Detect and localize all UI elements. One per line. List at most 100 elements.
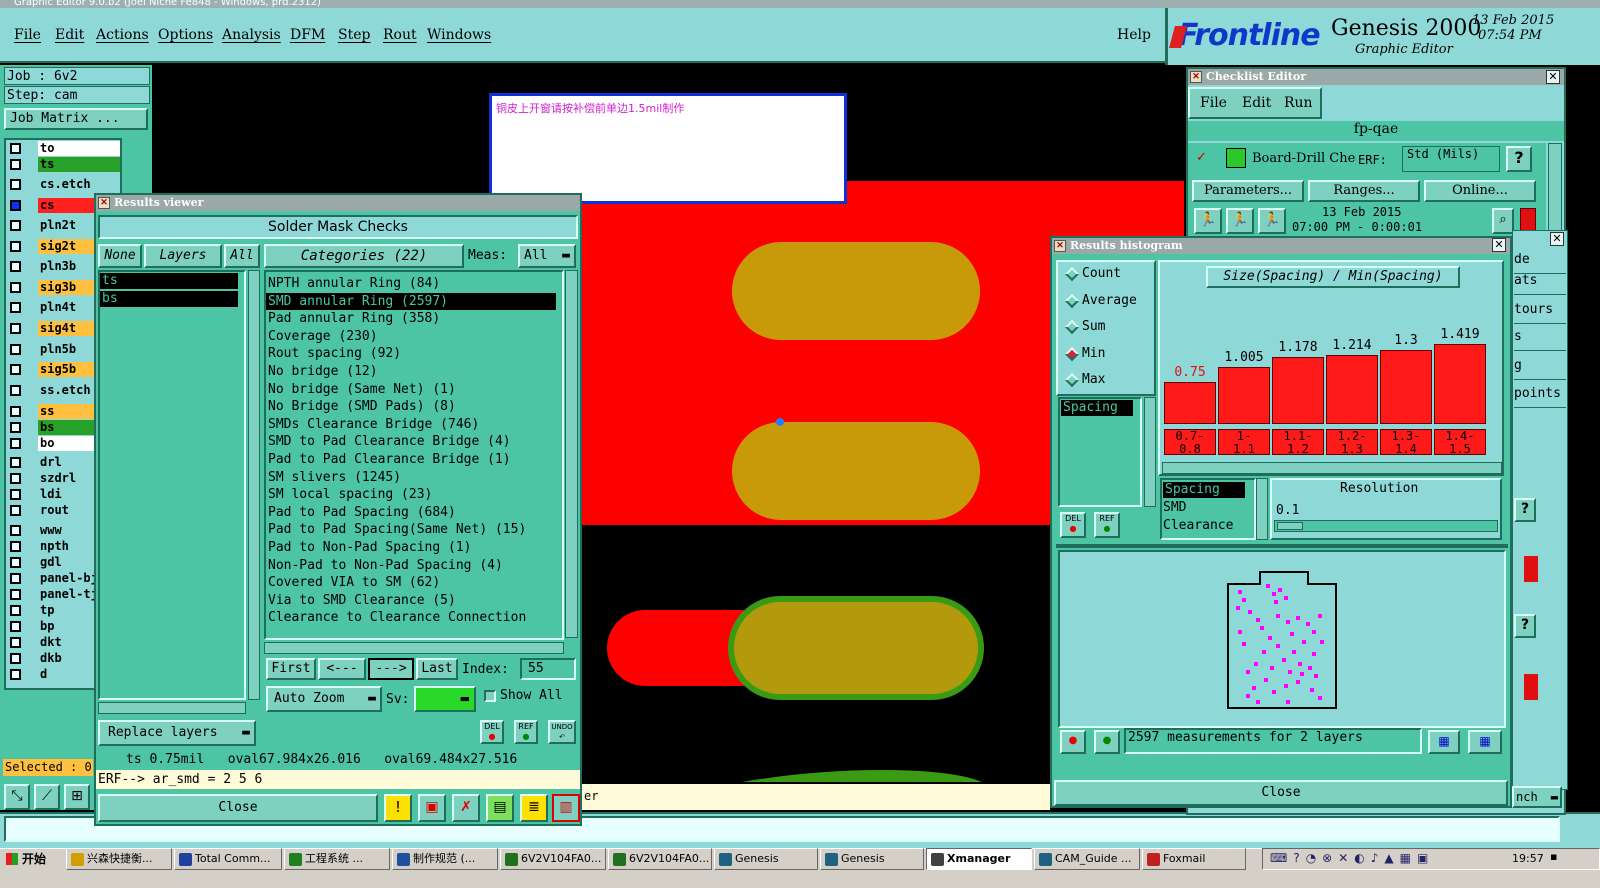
help-icon[interactable]: ? bbox=[1506, 146, 1532, 172]
histogram-del-icon[interactable]: DEL ● bbox=[1060, 512, 1086, 538]
menu-options[interactable]: Options bbox=[158, 27, 213, 43]
layer-name[interactable]: to bbox=[38, 141, 120, 156]
category-item[interactable]: SM local spacing (23) bbox=[266, 486, 556, 503]
results-layer-bs[interactable]: bs bbox=[100, 291, 238, 307]
layer-checkbox[interactable] bbox=[10, 159, 21, 170]
close-icon[interactable]: ✕ bbox=[1492, 238, 1506, 252]
category-item[interactable]: Via to SMD Clearance (5) bbox=[266, 592, 556, 609]
category-item[interactable]: Coverage (230) bbox=[266, 328, 556, 345]
category-item[interactable]: NPTH annular Ring (84) bbox=[266, 275, 556, 292]
index-input[interactable]: 55 bbox=[520, 658, 576, 680]
list-tool-icon[interactable]: ▤ bbox=[486, 794, 514, 822]
checklist-menu-file[interactable]: File bbox=[1200, 95, 1227, 111]
category-item[interactable]: Pad to Pad Clearance Bridge (1) bbox=[266, 451, 556, 468]
category-list-scrollbar[interactable] bbox=[565, 270, 578, 638]
alert-tool-icon[interactable]: ! bbox=[384, 794, 412, 822]
run-all-icon[interactable]: 🏃 bbox=[1226, 208, 1254, 234]
menu-step[interactable]: Step bbox=[338, 27, 370, 43]
erf-value[interactable]: Std (Mils) bbox=[1402, 146, 1500, 172]
histogram-tool-icon[interactable]: ▥ bbox=[552, 794, 580, 822]
histogram-bar[interactable] bbox=[1326, 355, 1378, 424]
menu-edit[interactable]: Edit bbox=[55, 27, 84, 43]
histogram-bar[interactable] bbox=[1380, 350, 1432, 424]
menu-dfm[interactable]: DFM bbox=[290, 27, 325, 43]
preview-zoom-icon[interactable]: ● bbox=[1060, 730, 1086, 754]
preview-ref-icon[interactable]: ● bbox=[1094, 730, 1120, 754]
option-average[interactable]: Average bbox=[1064, 291, 1154, 311]
layer-checkbox[interactable] bbox=[10, 573, 21, 584]
tray-icons[interactable]: ⌨?◔⊗✕◐♪▲▦▣ bbox=[1270, 851, 1434, 865]
category-item[interactable]: No bridge (12) bbox=[266, 363, 556, 380]
taskbar-item[interactable]: 6V2V104FA0... bbox=[500, 848, 606, 870]
category-item[interactable]: Pad to Pad Spacing(Same Net) (15) bbox=[266, 521, 556, 538]
histogram-bar[interactable] bbox=[1164, 381, 1216, 424]
measure-tool-icon[interactable]: ⟋ bbox=[34, 784, 60, 810]
refresh-result-icon[interactable]: REF ● bbox=[514, 720, 538, 744]
category-item[interactable]: Clearance to Clearance Connection bbox=[266, 609, 556, 626]
layer-checkbox[interactable] bbox=[10, 557, 21, 568]
category-item[interactable]: SMD annular Ring (2597) bbox=[266, 292, 556, 310]
category-item[interactable]: Covered VIA to SM (62) bbox=[266, 574, 556, 591]
category-item[interactable]: SMDs Clearance Bridge (746) bbox=[266, 416, 556, 433]
checklist-menu-edit[interactable]: Edit bbox=[1242, 95, 1271, 111]
layer-checkbox[interactable] bbox=[10, 323, 21, 334]
menu-windows[interactable]: Windows bbox=[427, 27, 491, 43]
layer-checkbox[interactable] bbox=[10, 473, 21, 484]
layer-checkbox[interactable] bbox=[10, 605, 21, 616]
checklist-menu-run[interactable]: Run bbox=[1284, 95, 1313, 111]
menu-actions[interactable]: Actions bbox=[96, 27, 149, 43]
category-item[interactable]: Non-Pad to Non-Pad Spacing (4) bbox=[266, 557, 556, 574]
resolution-slider[interactable] bbox=[1274, 520, 1498, 532]
taskbar-item[interactable]: 制作规范 (... bbox=[392, 848, 498, 870]
layer-checkbox[interactable] bbox=[10, 589, 21, 600]
layer-checkbox[interactable] bbox=[10, 541, 21, 552]
menu-rout[interactable]: Rout bbox=[383, 27, 417, 43]
layer-checkbox[interactable] bbox=[10, 200, 21, 211]
layer-list-hscroll[interactable] bbox=[98, 702, 246, 714]
action-check-icon[interactable]: ✓ bbox=[1196, 150, 1207, 165]
layer-checkbox[interactable] bbox=[10, 505, 21, 516]
layer-list-scrollbar[interactable] bbox=[248, 270, 260, 700]
meas-select[interactable]: All ▬ bbox=[518, 244, 576, 268]
last-button[interactable]: Last bbox=[416, 658, 458, 680]
layer-checkbox[interactable] bbox=[10, 143, 21, 154]
category-item[interactable]: No Bridge (SMD Pads) (8) bbox=[266, 398, 556, 415]
category-item[interactable]: SMD to Pad Clearance Bridge (4) bbox=[266, 433, 556, 450]
layer-checkbox[interactable] bbox=[10, 637, 21, 648]
start-button[interactable]: 开始 bbox=[2, 850, 60, 870]
category-item[interactable]: Rout spacing (92) bbox=[266, 345, 556, 362]
close-icon[interactable]: ✕ bbox=[1546, 70, 1560, 84]
layer-checkbox[interactable] bbox=[10, 653, 21, 664]
histogram-bar[interactable] bbox=[1272, 357, 1324, 424]
layer-checkbox[interactable] bbox=[10, 406, 21, 417]
layer-checkbox[interactable] bbox=[10, 621, 21, 632]
window-menu-icon[interactable]: ✕ bbox=[1054, 240, 1066, 252]
category-item[interactable]: Pad to Pad Spacing (684) bbox=[266, 504, 556, 521]
close-icon[interactable]: ✕ bbox=[1550, 232, 1564, 246]
taskbar-item[interactable]: Xmanager bbox=[926, 848, 1032, 870]
option-count[interactable]: Count bbox=[1064, 264, 1154, 284]
type-item-clearance[interactable]: Clearance bbox=[1163, 518, 1233, 533]
type-item-smd[interactable]: SMD bbox=[1163, 500, 1186, 515]
layer-checkbox[interactable] bbox=[10, 457, 21, 468]
taskbar-item[interactable]: CAM_Guide ... bbox=[1034, 848, 1140, 870]
taskbar-item[interactable]: Genesis bbox=[820, 848, 924, 870]
replace-layers-select[interactable]: Replace layers ▬ bbox=[98, 720, 256, 746]
layer-checkbox[interactable] bbox=[10, 422, 21, 433]
histogram-bar[interactable] bbox=[1434, 343, 1486, 424]
window-menu-icon[interactable]: ✕ bbox=[98, 197, 110, 209]
side-help-icon-2[interactable]: ? bbox=[1514, 614, 1536, 638]
side-select[interactable]: nch ▬ bbox=[1512, 786, 1562, 808]
layer-checkbox[interactable] bbox=[10, 241, 21, 252]
layers-all-button[interactable]: All bbox=[224, 244, 260, 268]
category-item[interactable]: Pad annular Ring (358) bbox=[266, 310, 556, 327]
sv-color-select[interactable]: ▬ bbox=[414, 686, 476, 712]
layer-checkbox[interactable] bbox=[10, 344, 21, 355]
layer-tool-icon[interactable]: ▣ bbox=[418, 794, 446, 822]
layer-checkbox[interactable] bbox=[10, 438, 21, 449]
taskbar-item[interactable]: Total Comm... bbox=[174, 848, 282, 870]
layer-checkbox[interactable] bbox=[10, 302, 21, 313]
layer-checkbox[interactable] bbox=[10, 261, 21, 272]
zoom-icon[interactable]: ⌕ bbox=[1492, 208, 1514, 234]
taskbar-item[interactable]: 兴森快捷衡... bbox=[66, 848, 172, 870]
